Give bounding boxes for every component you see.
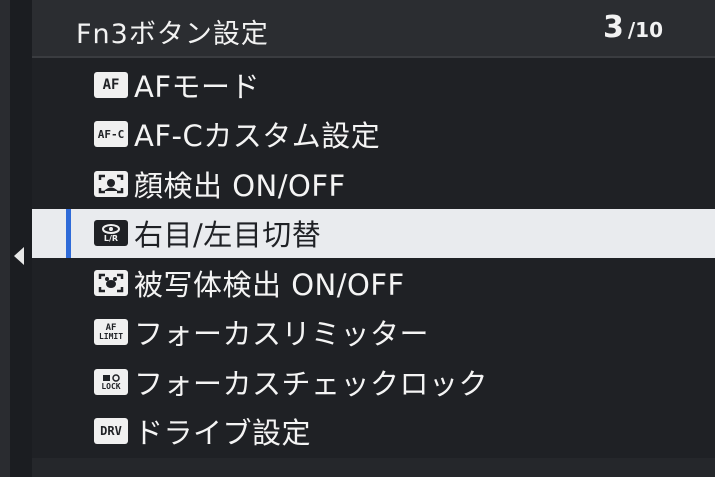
menu-item-af-mode[interactable]: AF AFモード (32, 60, 715, 110)
rail-edge (0, 0, 10, 477)
menu-item-af-c-custom[interactable]: AF-C AF-Cカスタム設定 (32, 110, 715, 160)
menu-item-label: ドライブ設定 (134, 416, 312, 451)
bottom-bar (32, 458, 715, 477)
drive-icon: DRV (94, 418, 128, 445)
left-arrow-icon[interactable] (14, 247, 24, 265)
subject-detect-icon (94, 269, 128, 296)
menu-item-label: 被写体検出 ON/OFF (134, 267, 405, 302)
menu-item-focus-limiter[interactable]: AF LIMIT フォーカスリミッター (32, 308, 715, 358)
menu-item-label: AFモード (134, 69, 261, 104)
camera-menu-screen: Fn3ボタン設定 3/10 AF AFモード AF-C AF-Cカスタム設定 顔… (0, 0, 715, 477)
page-indicator: 3/10 (603, 10, 663, 45)
page-total: /10 (627, 18, 663, 42)
left-rail (0, 0, 32, 477)
menu-item-label: 右目/左目切替 (134, 218, 322, 253)
menu-list: AF AFモード AF-C AF-Cカスタム設定 顔検出 ON/OFF L/R … (32, 60, 715, 456)
menu-item-drive-settings[interactable]: DRV ドライブ設定 (32, 407, 715, 457)
menu-item-subject-detect[interactable]: 被写体検出 ON/OFF (32, 258, 715, 308)
menu-header: Fn3ボタン設定 3/10 (32, 0, 715, 58)
menu-item-label: フォーカスリミッター (134, 317, 430, 352)
af-mode-icon: AF (94, 71, 128, 98)
menu-item-label: AF-Cカスタム設定 (134, 119, 381, 154)
menu-item-eye-switch[interactable]: L/R 右目/左目切替 (32, 208, 715, 258)
svg-text:L/R: L/R (104, 234, 118, 243)
menu-item-face-detect[interactable]: 顔検出 ON/OFF (32, 159, 715, 209)
focus-limiter-icon: AF LIMIT (94, 319, 128, 346)
menu-item-label: 顔検出 ON/OFF (134, 168, 346, 203)
face-detect-icon (94, 170, 128, 197)
af-c-custom-icon: AF-C (94, 121, 128, 148)
menu-item-label: フォーカスチェックロック (134, 366, 489, 401)
page-title: Fn3ボタン設定 (76, 19, 269, 50)
page-current: 3 (602, 10, 624, 45)
focus-check-lock-icon: LOCK (94, 368, 128, 395)
menu-item-focus-check-lock[interactable]: LOCK フォーカスチェックロック (32, 357, 715, 407)
eye-switch-icon: L/R (94, 220, 128, 247)
